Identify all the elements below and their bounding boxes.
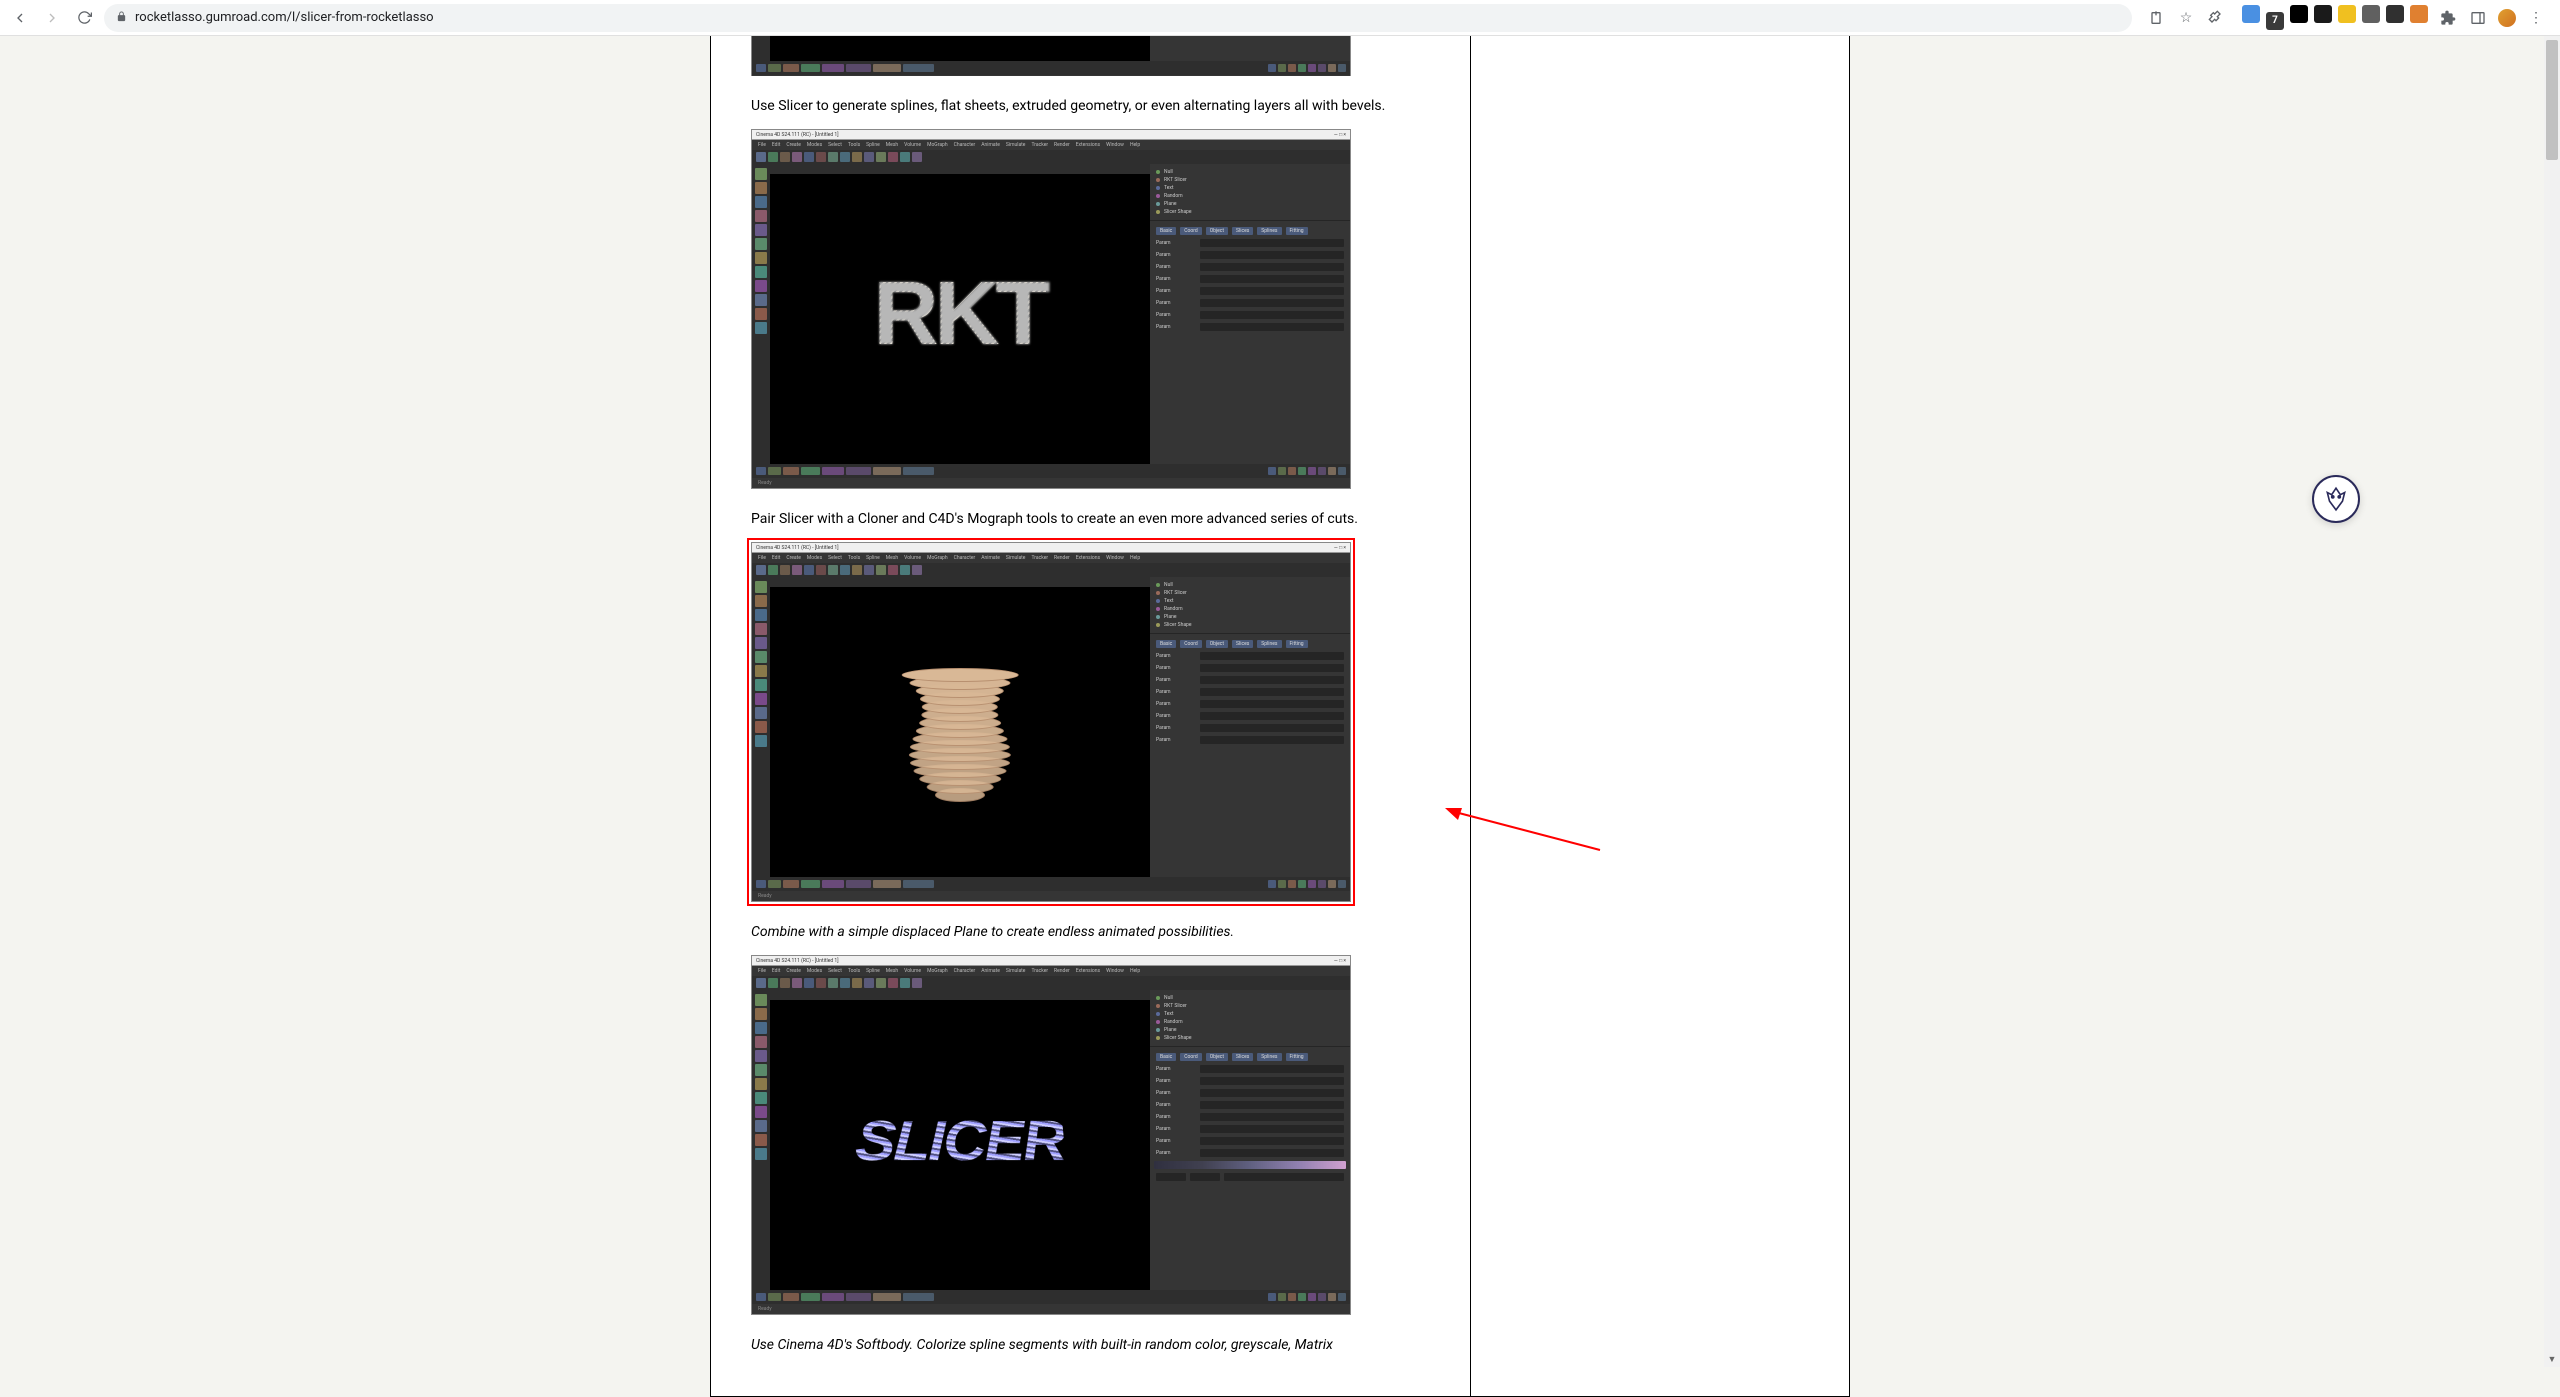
- panel-icon[interactable]: [2468, 8, 2488, 28]
- paragraph-1: Use Slicer to generate splines, flat she…: [751, 96, 1430, 117]
- extension-icon[interactable]: [2338, 5, 2356, 23]
- scrollbar-thumb[interactable]: [2546, 40, 2558, 160]
- reload-button[interactable]: [72, 6, 96, 30]
- browser-toolbar: rocketlasso.gumroad.com/l/slicer-from-ro…: [0, 0, 2560, 36]
- lock-icon: [116, 11, 127, 25]
- screenshot-partial-top: Cinema 4D S24.111 (RC) - [Untitled 1]— □…: [751, 36, 1430, 76]
- ext-pin-icon[interactable]: [2206, 8, 2226, 28]
- extension-icon[interactable]: [2242, 5, 2260, 23]
- profile-avatar[interactable]: [2498, 9, 2516, 27]
- page-body: Cinema 4D S24.111 (RC) - [Untitled 1]— □…: [0, 36, 2560, 1397]
- extension-icon[interactable]: [2386, 5, 2404, 23]
- address-bar[interactable]: rocketlasso.gumroad.com/l/slicer-from-ro…: [104, 4, 2132, 32]
- extension-icon[interactable]: [2362, 5, 2380, 23]
- screenshot-sliced-shape: Cinema 4D S24.111 (RC) - [Untitled 1]— □…: [751, 542, 1351, 902]
- extensions-icon[interactable]: [2438, 8, 2458, 28]
- menu-icon[interactable]: ⋮: [2526, 8, 2546, 28]
- main-column: Cinema 4D S24.111 (RC) - [Untitled 1]— □…: [711, 36, 1471, 1396]
- forward-button[interactable]: [40, 6, 64, 30]
- browser-actions: ☆ 7 ⋮: [2140, 5, 2552, 30]
- screenshot-rkt: Cinema 4D S24.111 (RC) - [Untitled 1]— □…: [751, 129, 1351, 489]
- scroll-down-icon[interactable]: ▼: [2544, 1351, 2560, 1367]
- product-card: Cinema 4D S24.111 (RC) - [Untitled 1]— □…: [710, 36, 1850, 1397]
- paragraph-3: Combine with a simple displaced Plane to…: [751, 922, 1430, 943]
- paragraph-4: Use Cinema 4D's Softbody. Colorize splin…: [751, 1335, 1430, 1356]
- bookmark-icon[interactable]: ☆: [2176, 8, 2196, 28]
- extension-icon[interactable]: [2410, 5, 2428, 23]
- scrollbar[interactable]: ▲ ▼: [2544, 36, 2560, 1367]
- share-icon[interactable]: [2146, 8, 2166, 28]
- extension-icon[interactable]: 7: [2266, 12, 2284, 30]
- extension-icon[interactable]: [2290, 5, 2308, 23]
- extension-icon[interactable]: [2314, 5, 2332, 23]
- floating-badge[interactable]: [2312, 475, 2360, 523]
- screenshot-slicer-text: Cinema 4D S24.111 (RC) - [Untitled 1]— □…: [751, 955, 1351, 1315]
- paragraph-2: Pair Slicer with a Cloner and C4D's Mogr…: [751, 509, 1430, 530]
- url-text: rocketlasso.gumroad.com/l/slicer-from-ro…: [135, 10, 434, 25]
- back-button[interactable]: [8, 6, 32, 30]
- sidebar-column: [1471, 36, 1849, 1396]
